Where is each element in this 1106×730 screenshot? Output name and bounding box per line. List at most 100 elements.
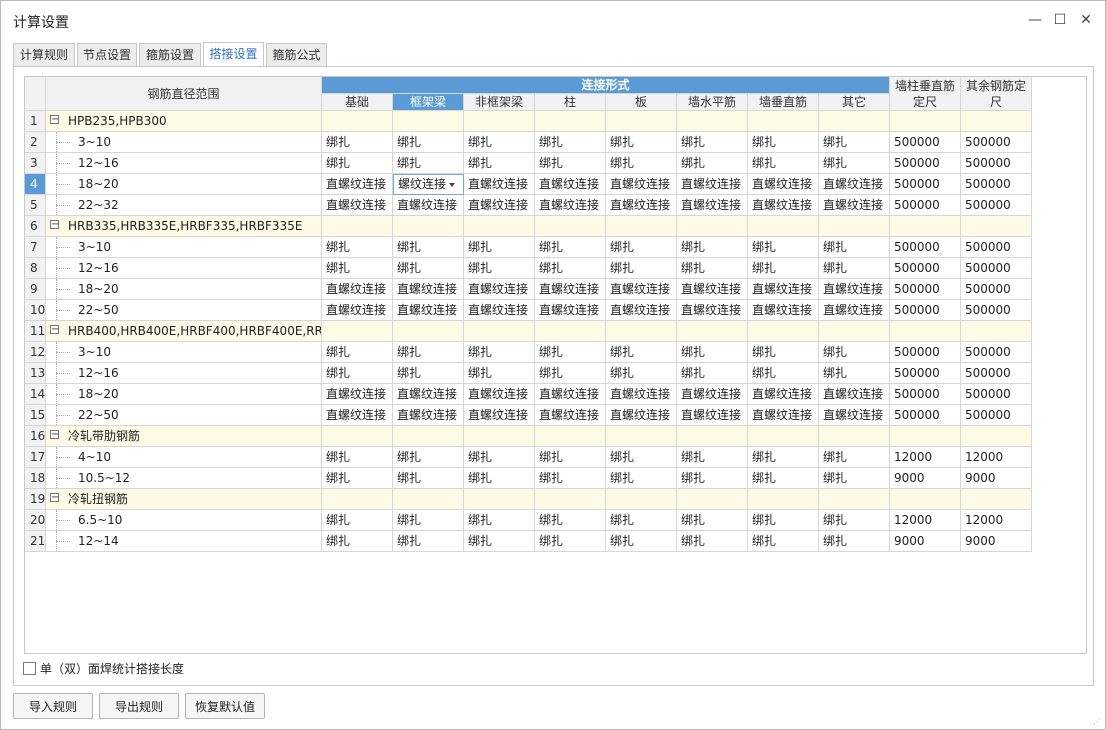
connection-type-cell[interactable]: 直螺纹连接 — [748, 279, 819, 300]
connection-type-cell[interactable]: 直螺纹连接 — [819, 384, 890, 405]
connection-type-cell[interactable]: 绑扎 — [819, 447, 890, 468]
connection-type-cell[interactable]: 直螺纹连接 — [677, 195, 748, 216]
connection-type-cell[interactable]: 直螺纹连接 — [464, 405, 535, 426]
group-row-name[interactable]: − HPB235,HPB300 — [46, 111, 322, 132]
connection-type-cell[interactable]: 绑扎 — [464, 153, 535, 174]
column-header-4[interactable]: 板 — [606, 94, 677, 111]
connection-type-cell[interactable]: 直螺纹连接 — [748, 174, 819, 195]
connection-type-cell[interactable]: 绑扎 — [606, 468, 677, 489]
wall-column-length-cell[interactable]: 500000 — [890, 153, 961, 174]
wall-column-length-cell[interactable]: 500000 — [890, 279, 961, 300]
restore-defaults-button[interactable]: 恢复默认值 — [185, 693, 265, 719]
connection-type-cell[interactable]: 直螺纹连接 — [819, 405, 890, 426]
connection-type-cell[interactable]: 直螺纹连接 — [819, 195, 890, 216]
connection-type-cell[interactable]: 绑扎 — [748, 342, 819, 363]
connection-type-cell[interactable]: 绑扎 — [322, 237, 393, 258]
connection-type-cell[interactable]: 直螺纹连接 — [322, 300, 393, 321]
connection-type-cell[interactable]: 直螺纹连接 — [606, 195, 677, 216]
weld-length-checkbox[interactable] — [23, 662, 36, 675]
connection-type-cell[interactable]: 绑扎 — [393, 342, 464, 363]
connection-type-cell[interactable]: 直螺纹连接 — [464, 384, 535, 405]
tab-stirrup-settings[interactable]: 箍筋设置 — [139, 43, 201, 66]
connection-type-cell[interactable]: 绑扎 — [677, 531, 748, 552]
weld-length-option[interactable]: 单（双）面焊统计搭接长度 — [23, 660, 184, 677]
connection-type-cell[interactable]: 直螺纹连接 — [677, 405, 748, 426]
connection-type-cell[interactable]: 直螺纹连接 — [464, 279, 535, 300]
import-rules-button[interactable]: 导入规则 — [13, 693, 93, 719]
connection-type-cell[interactable]: 绑扎 — [464, 132, 535, 153]
other-length-cell[interactable]: 9000 — [961, 531, 1032, 552]
other-length-cell[interactable]: 12000 — [961, 447, 1032, 468]
other-length-cell[interactable]: 500000 — [961, 342, 1032, 363]
collapse-icon[interactable]: − — [50, 325, 59, 335]
connection-type-cell[interactable]: 直螺纹连接 — [677, 384, 748, 405]
connection-type-cell[interactable]: 绑扎 — [322, 153, 393, 174]
connection-type-cell[interactable]: 绑扎 — [393, 510, 464, 531]
group-row-name[interactable]: − HRB335,HRB335E,HRBF335,HRBF335E — [46, 216, 322, 237]
connection-type-cell[interactable]: 直螺纹连接 — [393, 405, 464, 426]
other-length-cell[interactable]: 500000 — [961, 195, 1032, 216]
other-length-cell[interactable]: 500000 — [961, 363, 1032, 384]
column-header-2[interactable]: 非框架梁 — [464, 94, 535, 111]
maximize-icon[interactable]: ☐ — [1049, 9, 1071, 31]
connection-type-cell[interactable]: 直螺纹连接 — [322, 174, 393, 195]
connection-type-cell[interactable]: 绑扎 — [393, 447, 464, 468]
connection-type-cell[interactable]: 绑扎 — [393, 468, 464, 489]
connection-type-cell[interactable]: 绑扎 — [819, 342, 890, 363]
connection-type-cell[interactable]: 绑扎 — [322, 363, 393, 384]
connection-type-cell[interactable]: 绑扎 — [393, 363, 464, 384]
connection-type-cell[interactable]: 直螺纹连接 — [322, 195, 393, 216]
connection-type-cell[interactable]: 绑扎 — [393, 132, 464, 153]
connection-type-cell[interactable]: 绑扎 — [535, 363, 606, 384]
connection-type-cell[interactable]: 直螺纹连接 — [748, 405, 819, 426]
connection-type-cell[interactable]: 绑扎 — [819, 258, 890, 279]
connection-type-cell[interactable]: 直螺纹连接 — [677, 174, 748, 195]
connection-type-cell[interactable]: 绑扎 — [322, 510, 393, 531]
column-header-1[interactable]: 框架梁 — [393, 94, 464, 111]
connection-type-cell[interactable]: 绑扎 — [748, 363, 819, 384]
connection-type-cell[interactable]: 直螺纹连接 — [748, 384, 819, 405]
connection-type-cell[interactable]: 绑扎 — [393, 531, 464, 552]
connection-type-cell[interactable]: 绑扎 — [606, 342, 677, 363]
connection-type-cell[interactable]: 直螺纹连接 — [535, 195, 606, 216]
connection-type-cell[interactable]: 绑扎 — [464, 237, 535, 258]
wall-column-length-cell[interactable]: 12000 — [890, 510, 961, 531]
connection-type-cell[interactable]: 绑扎 — [606, 132, 677, 153]
connection-type-cell[interactable]: 直螺纹连接 — [677, 300, 748, 321]
wall-column-length-cell[interactable]: 500000 — [890, 195, 961, 216]
connection-type-cell[interactable]: 绑扎 — [535, 258, 606, 279]
wall-column-length-cell[interactable]: 500000 — [890, 363, 961, 384]
connection-type-cell[interactable]: 直螺纹连接 — [606, 279, 677, 300]
connection-type-cell[interactable]: 直螺纹连接 — [464, 300, 535, 321]
collapse-icon[interactable]: − — [50, 493, 59, 503]
connection-type-dropdown[interactable]: 螺纹连接 — [393, 174, 464, 195]
connection-type-cell[interactable]: 绑扎 — [748, 468, 819, 489]
connection-type-cell[interactable]: 绑扎 — [393, 153, 464, 174]
connection-type-cell[interactable]: 绑扎 — [819, 531, 890, 552]
resize-grip-icon[interactable]: ⋰ — [1093, 717, 1101, 726]
connection-type-cell[interactable]: 绑扎 — [535, 468, 606, 489]
connection-type-cell[interactable]: 绑扎 — [322, 342, 393, 363]
column-header-3[interactable]: 柱 — [535, 94, 606, 111]
close-icon[interactable]: ✕ — [1075, 9, 1097, 31]
connection-type-cell[interactable]: 绑扎 — [677, 237, 748, 258]
wall-column-length-cell[interactable]: 500000 — [890, 174, 961, 195]
connection-type-cell[interactable]: 绑扎 — [748, 237, 819, 258]
length-column-header-0[interactable]: 墙柱垂直筋 定尺 — [890, 77, 961, 111]
other-length-cell[interactable]: 500000 — [961, 237, 1032, 258]
connection-type-cell[interactable]: 绑扎 — [748, 132, 819, 153]
connection-type-cell[interactable]: 直螺纹连接 — [322, 384, 393, 405]
connection-type-cell[interactable]: 直螺纹连接 — [535, 279, 606, 300]
connection-type-cell[interactable]: 绑扎 — [677, 447, 748, 468]
connection-type-cell[interactable]: 绑扎 — [677, 258, 748, 279]
group-row-name[interactable]: − 冷轧带肋钢筋 — [46, 426, 322, 447]
connection-type-cell[interactable]: 绑扎 — [535, 510, 606, 531]
connection-type-cell[interactable]: 直螺纹连接 — [819, 279, 890, 300]
group-row-name[interactable]: − 冷轧扭钢筋 — [46, 489, 322, 510]
connection-type-cell[interactable]: 直螺纹连接 — [606, 405, 677, 426]
connection-type-cell[interactable]: 直螺纹连接 — [606, 300, 677, 321]
other-length-cell[interactable]: 500000 — [961, 174, 1032, 195]
connection-type-cell[interactable]: 绑扎 — [606, 447, 677, 468]
column-header-6[interactable]: 墙垂直筋 — [748, 94, 819, 111]
connection-type-cell[interactable]: 直螺纹连接 — [819, 300, 890, 321]
